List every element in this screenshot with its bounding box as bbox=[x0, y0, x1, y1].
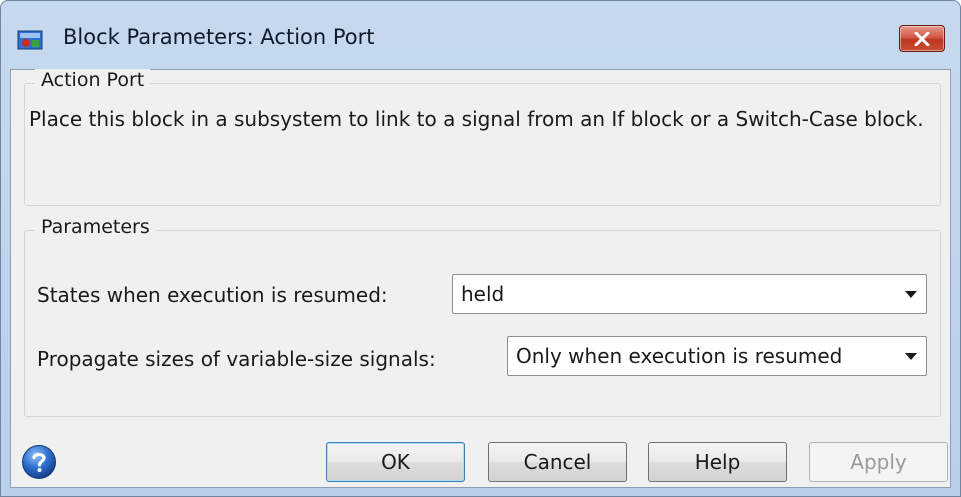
block-description: Place this block in a subsystem to link … bbox=[29, 107, 924, 131]
dialog-window: Block Parameters: Action Port Action Por… bbox=[0, 0, 961, 497]
parameters-group: Parameters States when execution is resu… bbox=[24, 216, 941, 417]
cancel-button[interactable]: Cancel bbox=[488, 442, 627, 482]
window-title: Block Parameters: Action Port bbox=[63, 25, 375, 49]
apply-button[interactable]: Apply bbox=[809, 442, 948, 482]
close-button[interactable] bbox=[899, 25, 945, 52]
help-question-icon[interactable] bbox=[21, 444, 57, 480]
chevron-down-icon bbox=[905, 291, 917, 298]
chevron-down-icon bbox=[905, 353, 917, 360]
states-label: States when execution is resumed: bbox=[37, 283, 388, 307]
states-dropdown-value: held bbox=[461, 282, 505, 306]
simulink-block-icon bbox=[17, 30, 43, 50]
dialog-body: Action Port Place this block in a subsys… bbox=[10, 69, 951, 488]
states-dropdown[interactable]: held bbox=[452, 274, 927, 314]
propagate-sizes-label: Propagate sizes of variable-size signals… bbox=[37, 347, 436, 371]
title-bar[interactable]: Block Parameters: Action Port bbox=[1, 1, 960, 69]
description-group-title: Action Port bbox=[35, 69, 151, 91]
propagate-sizes-dropdown[interactable]: Only when execution is resumed bbox=[507, 336, 927, 376]
propagate-sizes-dropdown-value: Only when execution is resumed bbox=[516, 344, 843, 368]
description-group: Action Port Place this block in a subsys… bbox=[24, 69, 941, 206]
parameters-group-title: Parameters bbox=[35, 216, 156, 238]
close-icon bbox=[914, 31, 930, 46]
help-button[interactable]: Help bbox=[648, 442, 787, 482]
ok-button[interactable]: OK bbox=[326, 442, 465, 482]
